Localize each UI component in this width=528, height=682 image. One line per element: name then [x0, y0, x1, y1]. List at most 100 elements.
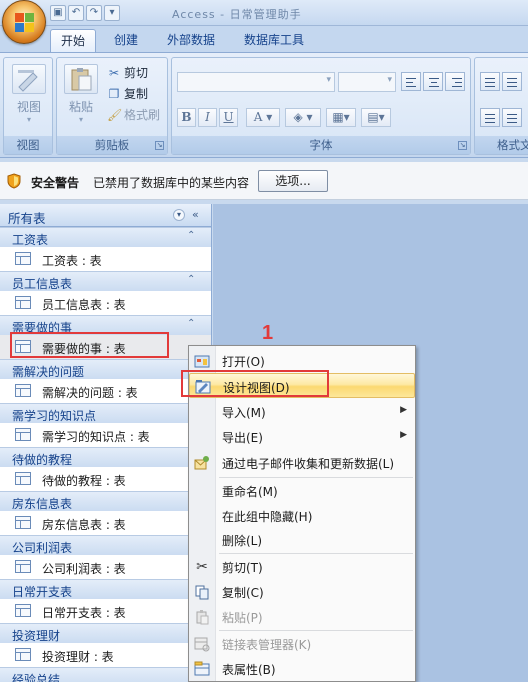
nav-table-item[interactable]: 房东信息表 : 表 — [0, 511, 211, 535]
nav-group-header[interactable]: 员工信息表 ⌃ — [0, 271, 211, 291]
nav-group-title: 需解决的问题 — [12, 365, 85, 379]
font-launcher-icon[interactable]: ↘ — [458, 141, 467, 150]
paste-icon — [196, 610, 209, 625]
bullets-icon[interactable] — [480, 108, 500, 127]
menu-item-label: 通过电子邮件收集和更新数据(L) — [222, 457, 395, 471]
fill-color-icon[interactable]: ◈ ▾ — [285, 108, 321, 127]
menu-item-cut[interactable]: ✂ 剪切(T) — [189, 554, 415, 579]
chevron-up-icon[interactable]: ⌃ — [187, 230, 195, 241]
navigation-pane: 所有表 ▾ « 工资表 ⌃ 工资表 : 表 员工信息表 ⌃ 员工信息表 : 表 需要… — [0, 204, 212, 682]
tab-database-tools[interactable]: 数据库工具 — [234, 29, 314, 52]
nav-group-title: 房东信息表 — [12, 497, 73, 511]
nav-table-item[interactable]: 员工信息表 : 表 — [0, 291, 211, 315]
copy-icon — [195, 585, 209, 600]
nav-pane-header[interactable]: 所有表 ▾ « — [0, 204, 211, 227]
font-size-combo[interactable] — [338, 72, 396, 92]
office-button[interactable] — [2, 0, 46, 44]
nav-table-item[interactable]: 需解决的问题 : 表 — [0, 379, 211, 403]
save-icon[interactable]: ▣ — [50, 5, 66, 21]
copy-label: 复制 — [124, 87, 149, 101]
qat-customize-icon[interactable]: ▾ — [104, 5, 120, 21]
shutter-collapse-icon[interactable]: « — [192, 208, 199, 221]
menu-item-label: 表属性(B) — [222, 663, 276, 677]
scissors-icon: ✂ — [196, 559, 208, 575]
tab-create[interactable]: 创建 — [104, 29, 148, 52]
menu-item-import[interactable]: 导入(M) ▶ — [189, 399, 415, 424]
nav-table-item[interactable]: 公司利润表 : 表 — [0, 555, 211, 579]
underline-icon[interactable]: U — [219, 108, 238, 127]
font-color-icon[interactable]: A ▾ — [246, 108, 280, 127]
nav-table-item[interactable]: 待做的教程 : 表 — [0, 467, 211, 491]
title-bar: ▣ ↶ ↷ ▾ Access - 日常管理助手 — [0, 0, 528, 44]
indent-icon[interactable] — [480, 72, 500, 91]
copy-button[interactable]: ❐ 复制 — [107, 85, 148, 103]
security-warning-message: 已禁用了数据库中的某些内容 — [93, 176, 250, 190]
menu-item-table-properties[interactable]: 表属性(B) — [189, 656, 415, 681]
ribbon-tabs: 开始 创建 外部数据 数据库工具 — [0, 26, 528, 52]
menu-item-copy[interactable]: 复制(C) — [189, 579, 415, 604]
menu-item-hide-in-group[interactable]: 在此组中隐藏(H) — [189, 503, 415, 528]
cut-button[interactable]: ✂ 剪切 — [107, 64, 148, 82]
menu-item-rename[interactable]: 重命名(M) — [189, 478, 415, 503]
clipboard-group-label: 剪贴板 — [57, 136, 167, 154]
nav-group-header[interactable]: 需学习的知识点 — [0, 403, 211, 423]
bold-icon[interactable]: B — [177, 108, 196, 127]
menu-item-paste[interactable]: 粘贴(P) — [189, 604, 415, 629]
format-painter-button[interactable]: 🖌 格式刷 — [107, 106, 160, 124]
undo-icon[interactable]: ↶ — [68, 5, 84, 21]
view-group: 视图 ▾ 视图 — [3, 57, 53, 155]
security-warning-bar: 安全警告 已禁用了数据库中的某些内容 选项... — [0, 162, 528, 200]
clipboard-launcher-icon[interactable]: ↘ — [155, 141, 164, 150]
nav-table-item[interactable]: 工资表 : 表 — [0, 247, 211, 271]
quick-access-toolbar: ▣ ↶ ↷ ▾ — [50, 4, 120, 22]
table-icon — [15, 384, 31, 397]
numbering-icon[interactable] — [502, 108, 522, 127]
linked-table-manager-icon — [194, 637, 210, 652]
nav-group-header[interactable]: 投资理财 — [0, 623, 211, 643]
submenu-arrow-icon: ▶ — [400, 405, 407, 415]
nav-group-header[interactable]: 需解决的问题 — [0, 359, 211, 379]
table-properties-icon — [194, 661, 210, 676]
align-center-icon[interactable] — [423, 72, 443, 91]
alternate-fill-icon[interactable]: ▤▾ — [361, 108, 391, 127]
menu-item-export[interactable]: 导出(E) ▶ — [189, 424, 415, 449]
nav-table-label: 日常开支表 : 表 — [42, 606, 126, 620]
nav-table-item[interactable]: 需学习的知识点 : 表 — [0, 423, 211, 447]
chevron-up-icon[interactable]: ⌃ — [187, 274, 195, 285]
align-left-icon[interactable] — [401, 72, 421, 91]
nav-table-item[interactable]: 投资理财 : 表 — [0, 643, 211, 667]
menu-item-delete[interactable]: 删除(L) — [189, 527, 415, 552]
table-icon — [15, 252, 31, 265]
nav-group-header[interactable]: 日常开支表 — [0, 579, 211, 599]
italic-icon[interactable]: I — [198, 108, 217, 127]
chevron-up-icon[interactable]: ⌃ — [187, 318, 195, 329]
rich-text-group: 格式文 — [474, 57, 528, 155]
menu-item-linked-table-manager[interactable]: 链接表管理器(K) — [189, 631, 415, 656]
gridlines-icon[interactable]: ▦▾ — [326, 108, 356, 127]
options-button[interactable]: 选项... — [258, 170, 328, 192]
menu-item-label: 删除(L) — [222, 534, 263, 548]
nav-group-header[interactable]: 工资表 ⌃ — [0, 227, 211, 247]
nav-group-header[interactable]: 待做的教程 — [0, 447, 211, 467]
nav-group-title: 需学习的知识点 — [12, 409, 97, 423]
nav-group-header[interactable]: 经验总结 — [0, 667, 211, 682]
menu-item-label: 复制(C) — [222, 586, 264, 600]
nav-menu-dropdown-icon[interactable]: ▾ — [173, 209, 185, 221]
font-group-label: 字体 — [172, 136, 470, 154]
view-button[interactable]: 视图 ▾ — [11, 64, 47, 124]
align-right-icon[interactable] — [445, 72, 465, 91]
paste-button[interactable]: 粘贴 ▾ — [63, 64, 99, 124]
step-number-annotation: 1 — [262, 322, 274, 344]
font-name-combo[interactable] — [177, 72, 335, 92]
redo-icon[interactable]: ↷ — [86, 5, 102, 21]
menu-item-email-collect[interactable]: 通过电子邮件收集和更新数据(L) — [189, 450, 415, 475]
nav-group-header[interactable]: 公司利润表 — [0, 535, 211, 555]
tab-home[interactable]: 开始 — [50, 29, 97, 52]
copy-icon: ❐ — [108, 87, 120, 101]
tab-external-data[interactable]: 外部数据 — [157, 29, 225, 52]
menu-item-label: 导出(E) — [222, 431, 263, 445]
nav-group-header[interactable]: 房东信息表 — [0, 491, 211, 511]
font-group: B I U A ▾ ◈ ▾ ▦▾ ▤▾ 字体 ↘ — [171, 57, 471, 155]
outdent-icon[interactable] — [502, 72, 522, 91]
nav-table-item[interactable]: 日常开支表 : 表 — [0, 599, 211, 623]
